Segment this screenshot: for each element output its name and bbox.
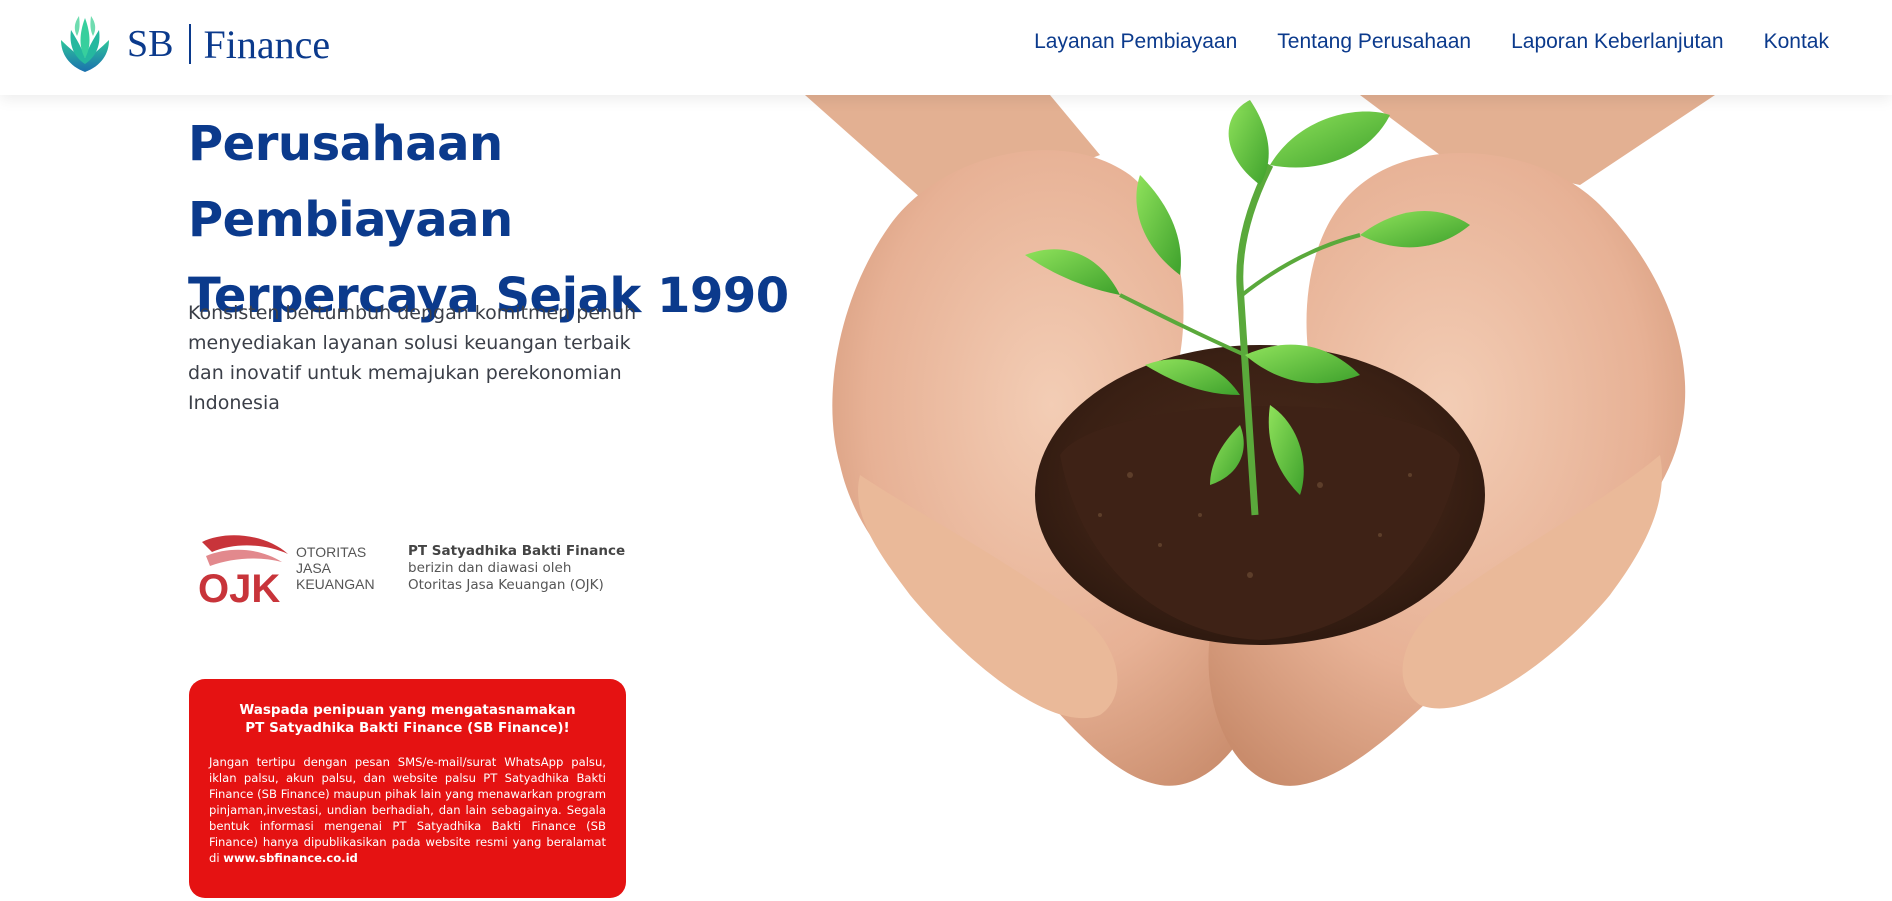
ojk-words: OTORITAS JASA KEUANGAN [296, 544, 386, 592]
logo-brand-name: Finance [203, 21, 331, 67]
logo-brand-short: SB [127, 23, 174, 65]
hands-holding-plant-image [800, 95, 1720, 805]
official-website-link[interactable]: www.sbfinance.co.id [223, 851, 358, 865]
leaf-logo-icon [61, 16, 109, 72]
ojk-line3: Otoritas Jasa Keuangan (OJK) [408, 576, 604, 593]
ojk-logo-text: OJK [198, 567, 280, 606]
ojk-badge: OJK OTORITAS JASA KEUANGAN PT Satyadhika… [196, 528, 626, 608]
site-header: SB Finance Layanan Pembiayaan Tentang Pe… [0, 0, 1892, 95]
fraud-warning-box: Waspada penipuan yang mengatasnamakan PT… [189, 679, 626, 898]
nav-tentang-perusahaan[interactable]: Tentang Perusahaan [1277, 30, 1471, 54]
ojk-word-3: KEUANGAN [296, 576, 375, 592]
warning-body: Jangan tertipu dengan pesan SMS/e-mail/s… [209, 754, 606, 866]
sb-finance-logo[interactable]: SB Finance [55, 14, 330, 74]
nav-kontak[interactable]: Kontak [1764, 30, 1829, 54]
hero-subtitle: Konsisten bertumbuh dengan komitmen penu… [188, 302, 637, 414]
ojk-logo-icon: OJK [198, 535, 288, 606]
ojk-info: PT Satyadhika Bakti Finance berizin dan … [408, 543, 625, 594]
warning-title-line1: Waspada penipuan yang mengatasnamakan [239, 702, 576, 718]
ojk-company-name: PT Satyadhika Bakti Finance [408, 542, 626, 559]
nav-laporan-keberlanjutan[interactable]: Laporan Keberlanjutan [1511, 30, 1724, 54]
ojk-word-2: JASA [296, 560, 332, 576]
ojk-line2: berizin dan diawasi oleh [408, 559, 572, 576]
ojk-word-1: OTORITAS [296, 544, 367, 560]
main-nav: Layanan Pembiayaan Tentang Perusahaan La… [1034, 30, 1829, 54]
nav-layanan-pembiayaan[interactable]: Layanan Pembiayaan [1034, 30, 1237, 54]
warning-body-text: Jangan tertipu dengan pesan SMS/e-mail/s… [209, 755, 606, 865]
hero-title-line1: Perusahaan Pembiayaan [188, 116, 513, 248]
warning-title-line2: PT Satyadhika Bakti Finance (SB Finance)… [245, 720, 570, 736]
warning-title: Waspada penipuan yang mengatasnamakan PT… [209, 701, 606, 737]
logo-divider [189, 24, 192, 64]
